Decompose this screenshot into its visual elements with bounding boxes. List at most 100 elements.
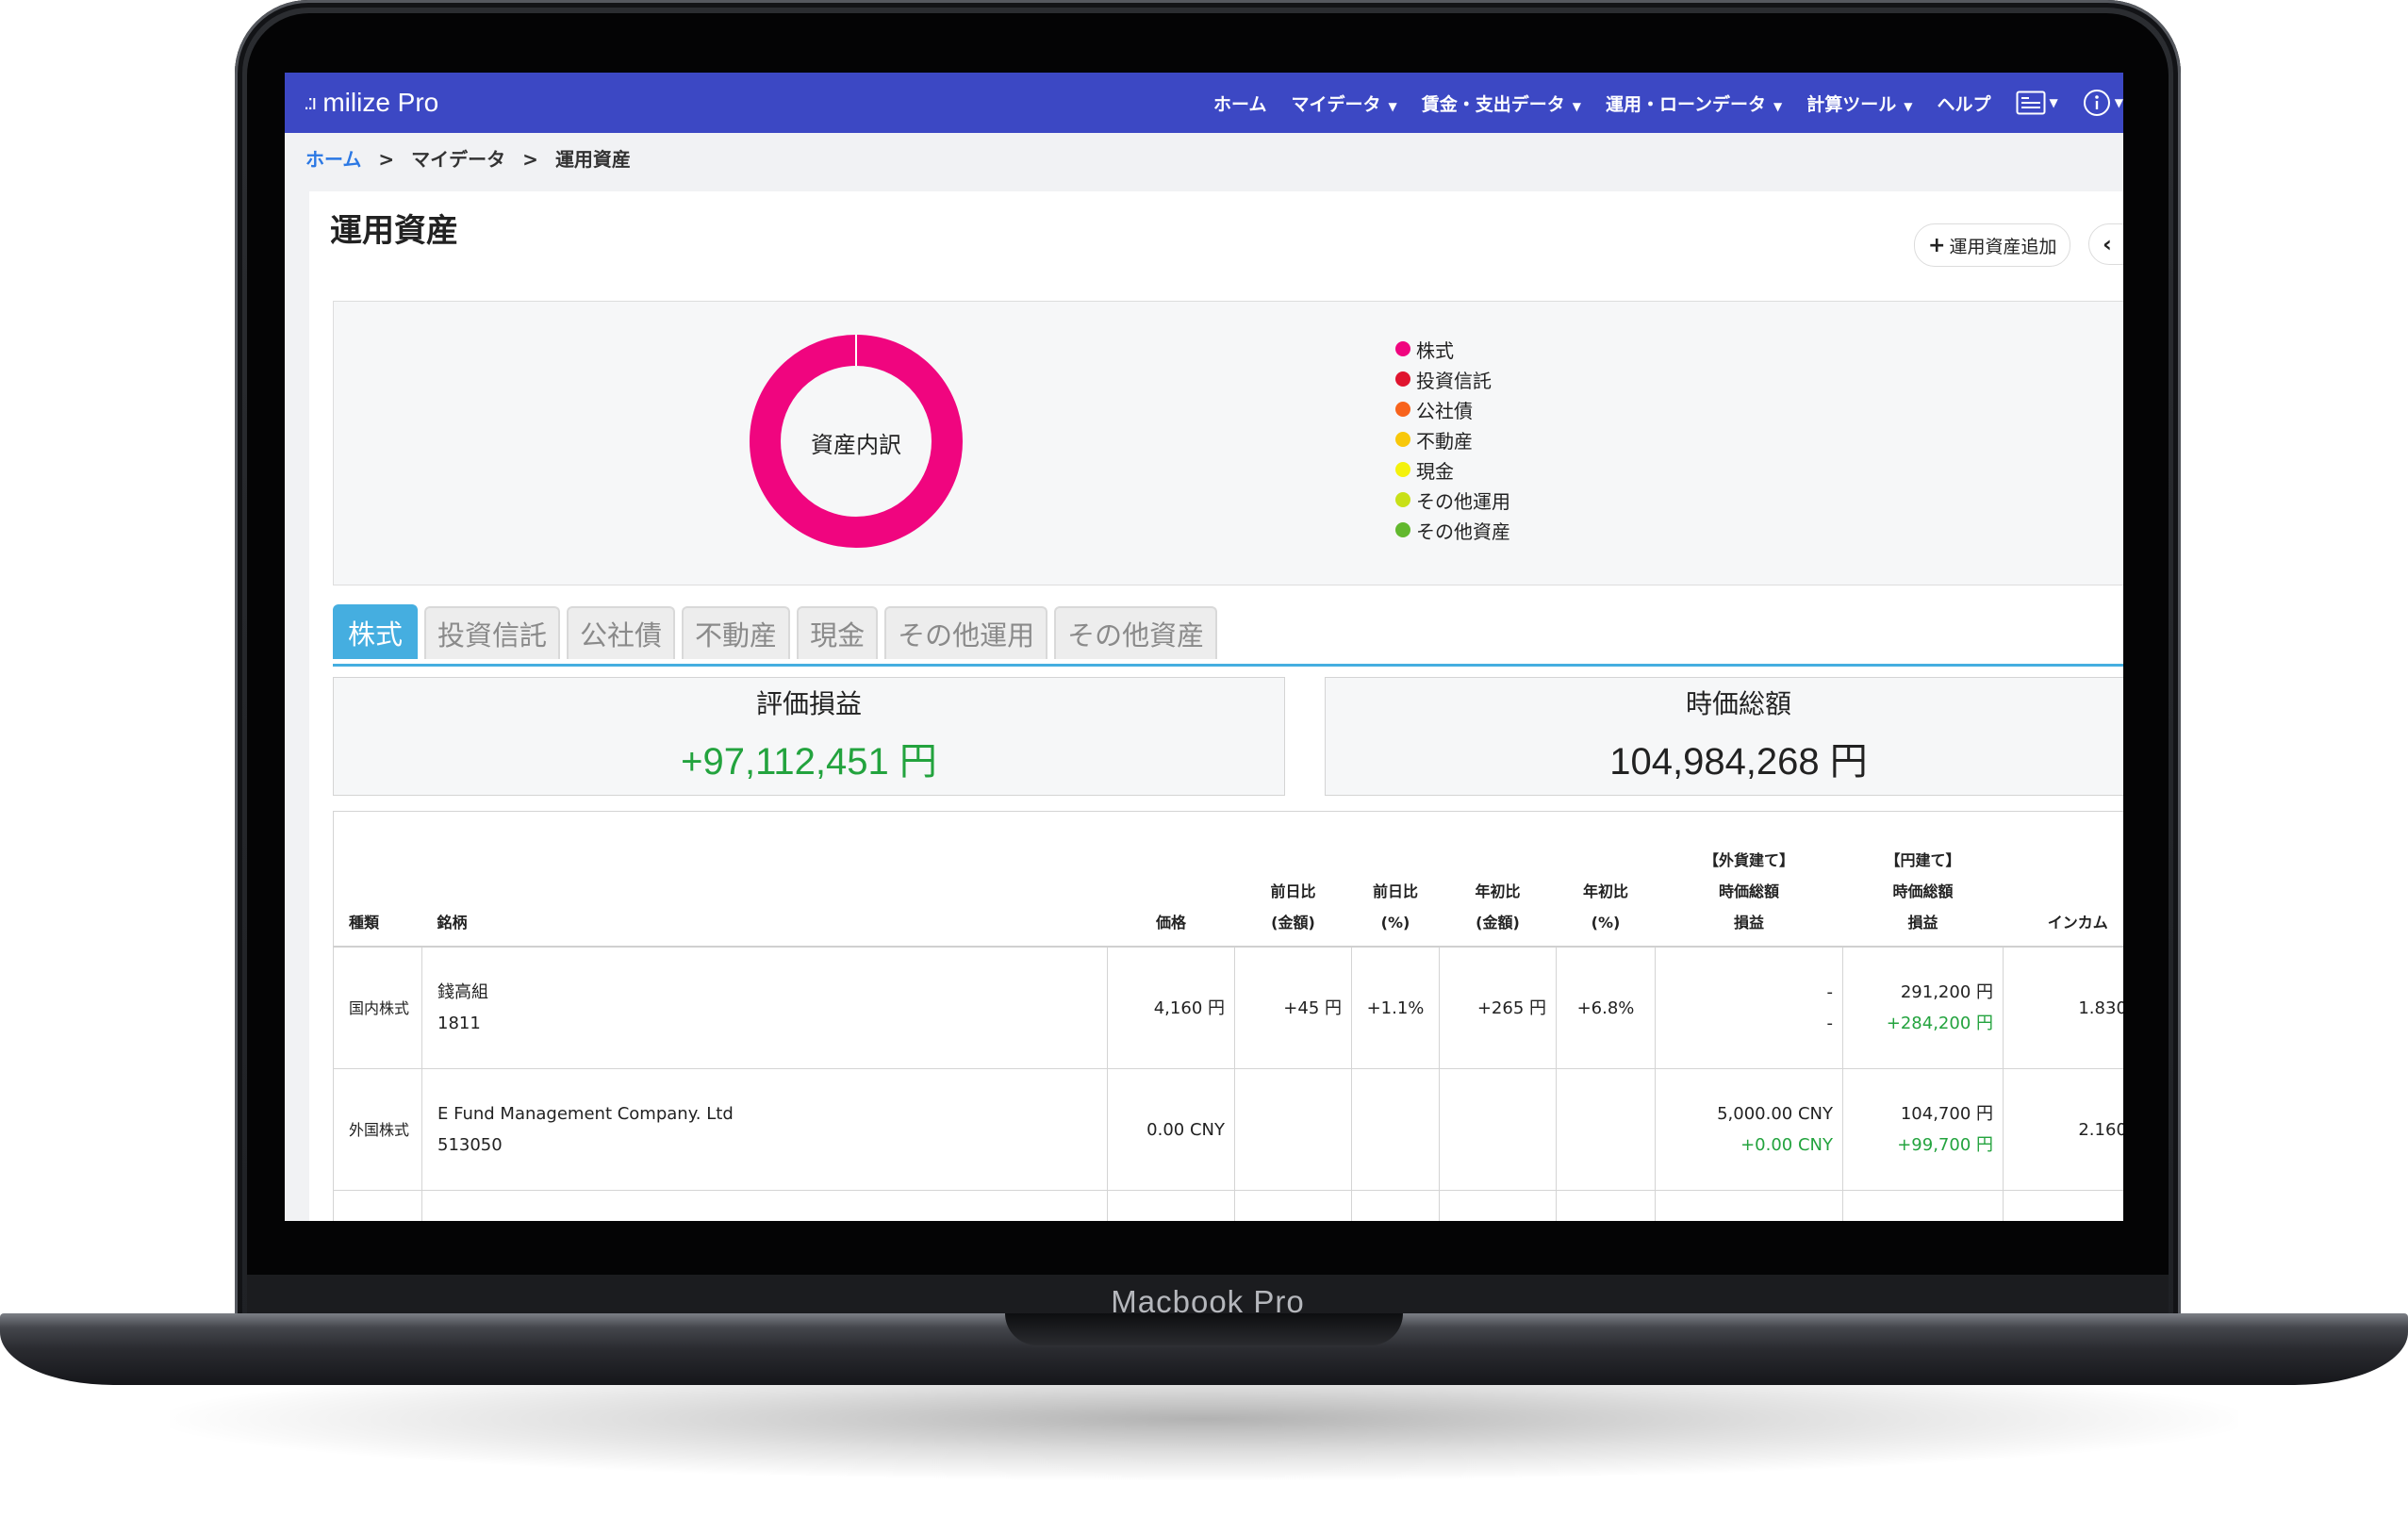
caret-down-icon: ▼ [1773, 99, 1783, 113]
nav-wage-expense-label: 賃金・支出データ [1421, 93, 1565, 115]
unrealized-pl-box: 評価損益 +97,112,451 円 [333, 677, 1285, 796]
brand-logo[interactable]: .:ı milize Pro [304, 80, 438, 125]
cell-dod-amount: +45 円 [1234, 946, 1352, 1069]
col-dod-amount[interactable]: 前日比 (金額) [1234, 811, 1352, 948]
col-fx-line1: 【外貨建て】 [1703, 851, 1794, 869]
cell-price: 4,160 円 [1107, 946, 1235, 1069]
nav-wage-expense[interactable]: 賃金・支出データ ▼ [1422, 91, 1581, 116]
legend-item[interactable]: 不動産 [1395, 424, 1510, 454]
add-asset-button[interactable]: + 運用資産追加 [1914, 223, 2071, 267]
security-code: 1811 [437, 1014, 481, 1033]
col-fx-value[interactable]: 【外貨建て】 時価総額損益 [1655, 811, 1843, 948]
market-value-box: 時価総額 104,984,268 円 [1325, 677, 2123, 796]
breadcrumb-mydata[interactable]: マイデータ [411, 148, 505, 171]
tab-underline [333, 664, 2123, 667]
col-dod-percent[interactable]: 前日比 (%) [1351, 811, 1440, 948]
col-income[interactable]: インカム [2003, 811, 2123, 948]
cell-empty [2003, 1190, 2123, 1221]
table-row[interactable] [333, 1190, 2123, 1221]
unrealized-pl-value: +97,112,451 円 [681, 741, 937, 783]
legend-swatch [1395, 462, 1410, 477]
document-list-icon[interactable]: ▼ [2016, 91, 2058, 115]
col-ytd-percent-line2: (%) [1591, 914, 1621, 932]
cell-empty [1107, 1190, 1235, 1221]
page-title: 運用資産 [330, 212, 458, 250]
fx-pl: - [1826, 1014, 1834, 1033]
security-name: E Fund Management Company. Ltd [437, 1104, 734, 1124]
col-jpy-line1: 【円建て】 [1885, 851, 1961, 869]
nav-calc-tools-label: 計算ツール [1806, 93, 1897, 115]
col-ytd-amount-line2: (金額) [1476, 914, 1520, 932]
cell-price: 0.00 CNY [1107, 1068, 1235, 1191]
cell-empty [333, 1190, 422, 1221]
legend-swatch [1395, 522, 1410, 537]
col-dod-percent-line1: 前日比 [1372, 882, 1418, 900]
asset-donut-chart: 資産内訳 [750, 335, 963, 548]
table-row[interactable]: 外国株式 E Fund Management Company. Ltd 51305… [333, 1068, 2123, 1191]
tab-cash[interactable]: 現金 [797, 606, 879, 659]
col-price[interactable]: 価格 [1107, 811, 1235, 948]
col-fx-line3: 損益 [1733, 914, 1764, 932]
legend-swatch [1395, 371, 1410, 387]
jpy-market-value: 291,200 円 [1900, 982, 1993, 1002]
cell-type: 外国株式 [333, 1068, 422, 1191]
nav-invest-loan[interactable]: 運用・ローンデータ ▼ [1606, 91, 1782, 116]
nav-mydata[interactable]: マイデータ ▼ [1291, 91, 1396, 116]
legend-item[interactable]: 投資信託 [1395, 364, 1510, 394]
nav-menu: ホーム マイデータ ▼ 賃金・支出データ ▼ 運用・ローンデータ ▼ 計算ツール ▼ ヘ… [1189, 73, 2123, 133]
fx-pl: +0.00 CNY [1740, 1135, 1833, 1155]
info-icon[interactable]: ▼ [2083, 89, 2123, 117]
document-list-glyph [2016, 91, 2046, 115]
cell-income: 1.830% [2003, 946, 2123, 1069]
table-row[interactable]: 国内株式 錢高組 1811 4,160 円 +45 円 +1.1% +265 円 … [333, 946, 2123, 1069]
legend-label: 現金 [1416, 459, 1454, 483]
col-ytd-amount[interactable]: 年初比 (金額) [1439, 811, 1557, 948]
plus-icon: + [1928, 233, 1946, 257]
cell-empty [1351, 1190, 1440, 1221]
nav-calc-tools[interactable]: 計算ツール ▼ [1806, 91, 1912, 116]
donut-center-title: 資産内訳 [811, 432, 901, 458]
nav-home-label: ホーム [1213, 93, 1267, 115]
breadcrumb-separator: > [522, 148, 538, 171]
legend-label: 不動産 [1416, 429, 1473, 453]
col-type[interactable]: 種類 [333, 811, 422, 948]
col-jpy-value[interactable]: 【円建て】 時価総額 損益 [1842, 811, 2004, 948]
tab-bonds[interactable]: 公社債 [567, 606, 676, 659]
security-name: 錢高組 [437, 982, 488, 1002]
caret-down-icon: ▼ [2049, 96, 2058, 109]
market-value-label: 時価総額 [1685, 688, 1791, 719]
cell-name: 錢高組 1811 [421, 946, 1108, 1069]
col-dod-amount-line2: (金額) [1271, 914, 1315, 932]
legend-item[interactable]: その他資産 [1395, 515, 1510, 545]
col-name[interactable]: 銘柄 [421, 811, 1108, 948]
caret-down-icon: ▼ [1388, 99, 1397, 113]
legend-item[interactable]: 現金 [1395, 454, 1510, 485]
tab-other-assets[interactable]: その他資産 [1054, 606, 1218, 659]
breadcrumb-home[interactable]: ホーム [305, 148, 361, 171]
legend-item[interactable]: その他運用 [1395, 485, 1510, 515]
nav-help-label: ヘルプ [1937, 93, 1991, 115]
nav-help[interactable]: ヘルプ [1938, 91, 1991, 116]
legend-item[interactable]: 株式 [1395, 334, 1510, 364]
security-code: 513050 [437, 1135, 503, 1155]
cell-empty [1556, 1190, 1656, 1221]
legend-label: その他運用 [1416, 489, 1510, 513]
col-ytd-percent[interactable]: 年初比 (%) [1556, 811, 1656, 948]
back-button[interactable]: ‹ [2088, 223, 2123, 265]
nav-home[interactable]: ホーム [1213, 91, 1266, 116]
tab-other-investment[interactable]: その他運用 [884, 606, 1048, 659]
tab-real-estate[interactable]: 不動産 [682, 606, 791, 659]
cell-dod-amount [1234, 1068, 1352, 1191]
cell-ytd-percent: +6.8% [1556, 946, 1656, 1069]
tab-stocks[interactable]: 株式 [333, 604, 419, 659]
top-navbar: .:ı milize Pro ホーム マイデータ ▼ 賃金・支出データ ▼ 運用・ロ… [285, 73, 2123, 133]
caret-down-icon: ▼ [1572, 99, 1581, 113]
cell-income: 2.160% [2003, 1068, 2123, 1191]
unrealized-pl-label: 評価損益 [755, 688, 862, 719]
legend-item[interactable]: 公社債 [1395, 394, 1510, 424]
col-fx-line2: 時価総額 [1718, 882, 1779, 900]
cell-ytd-amount: +265 円 [1439, 946, 1557, 1069]
col-jpy-line3: 損益 [1907, 914, 1938, 932]
col-ytd-amount-line1: 年初比 [1475, 882, 1521, 900]
tab-investment-trust[interactable]: 投資信託 [424, 606, 561, 659]
